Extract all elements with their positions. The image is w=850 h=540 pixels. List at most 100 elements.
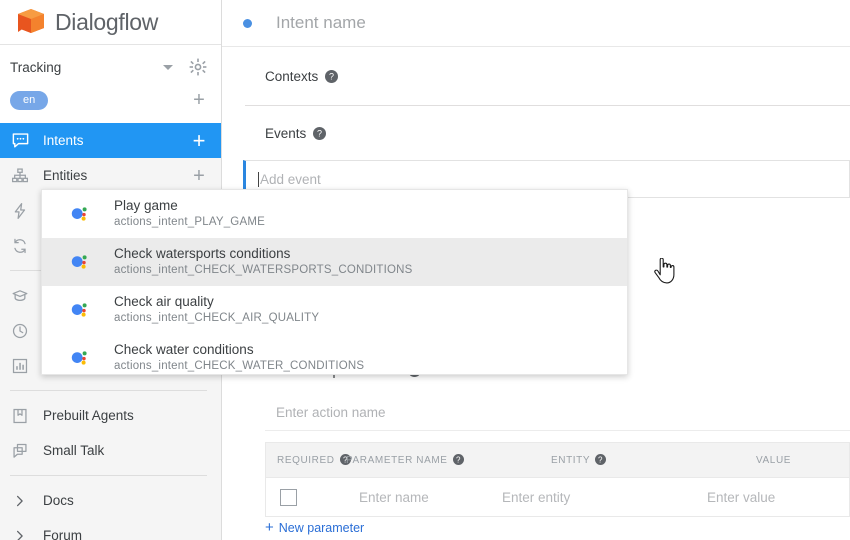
language-chip[interactable]: en bbox=[10, 90, 49, 110]
parameters-table: REQUIRED ? PARAMETER NAME ? ENTITY ? VAL… bbox=[265, 442, 850, 517]
suggestion-title: Check watersports conditions bbox=[114, 246, 291, 261]
sidebar-item-label: Docs bbox=[43, 493, 74, 508]
google-assistant-icon bbox=[69, 203, 91, 225]
divider bbox=[10, 475, 207, 476]
sidebar-item-forum[interactable]: Forum bbox=[0, 518, 221, 540]
value-input[interactable]: Enter value bbox=[707, 490, 849, 505]
divider bbox=[10, 390, 207, 391]
event-suggestions-dropdown: Play game actions_intent_PLAY_GAME Check… bbox=[41, 189, 628, 375]
refresh-icon bbox=[10, 236, 30, 256]
suggestion-text: Check air quality actions_intent_CHECK_A… bbox=[114, 294, 319, 326]
add-entity-plus-icon[interactable]: + bbox=[191, 166, 207, 186]
agent-selector-block: Tracking en + bbox=[0, 45, 221, 123]
sidebar-item-label: Small Talk bbox=[43, 443, 105, 458]
action-input-underline bbox=[265, 430, 850, 431]
bolt-icon bbox=[10, 201, 30, 221]
sidebar-item-intents[interactable]: Intents + bbox=[0, 123, 221, 158]
book-icon bbox=[10, 406, 30, 426]
sidebar-item-label: Prebuilt Agents bbox=[43, 408, 134, 423]
suggestion-subtitle: actions_intent_CHECK_WATER_CONDITIONS bbox=[114, 360, 365, 372]
required-checkbox[interactable] bbox=[280, 488, 297, 506]
contexts-section: Contexts ? bbox=[222, 47, 850, 84]
pointing-hand-cursor bbox=[653, 257, 675, 289]
sidebar-item-label: Intents bbox=[43, 133, 84, 148]
new-parameter-button[interactable]: + New parameter bbox=[265, 519, 365, 536]
add-event-placeholder: Add event bbox=[260, 171, 321, 187]
suggestion-item[interactable]: Check air quality actions_intent_CHECK_A… bbox=[42, 286, 627, 334]
contexts-label-row[interactable]: Contexts ? bbox=[265, 69, 850, 84]
svg-text:?: ? bbox=[317, 129, 322, 139]
suggestion-item[interactable]: Check water conditions actions_intent_CH… bbox=[42, 334, 627, 374]
intent-status-dot-icon bbox=[243, 18, 252, 28]
column-header-label: REQUIRED bbox=[277, 454, 335, 466]
suggestion-text: Check watersports conditions actions_int… bbox=[114, 246, 413, 278]
sidebar-item-label: Forum bbox=[43, 528, 83, 540]
gear-icon[interactable] bbox=[189, 58, 207, 76]
add-language-plus-icon[interactable]: + bbox=[191, 90, 207, 110]
column-header-label: PARAMETER NAME bbox=[346, 454, 448, 466]
agent-name: Tracking bbox=[10, 59, 62, 75]
logo[interactable]: Dialogflow bbox=[0, 0, 221, 45]
agent-selector[interactable]: Tracking bbox=[0, 55, 221, 79]
suggestion-title: Check water conditions bbox=[114, 342, 254, 357]
table-header-row: REQUIRED ? PARAMETER NAME ? ENTITY ? VAL… bbox=[265, 442, 850, 477]
column-header-required: REQUIRED ? bbox=[266, 453, 351, 467]
column-header-label: VALUE bbox=[756, 454, 792, 466]
events-section: Events ? bbox=[222, 106, 850, 141]
parameter-name-input[interactable]: Enter name bbox=[297, 490, 502, 505]
svg-text:?: ? bbox=[329, 72, 334, 82]
column-header-value: VALUE bbox=[756, 455, 849, 466]
suggestion-subtitle: actions_intent_PLAY_GAME bbox=[114, 216, 265, 228]
plus-icon: + bbox=[265, 519, 274, 536]
dialogflow-console: Dialogflow Tracking en + Intents + Entit… bbox=[0, 0, 850, 540]
intent-header: Intent name bbox=[222, 0, 850, 47]
clock-icon bbox=[10, 321, 30, 341]
suggestion-item[interactable]: Check watersports conditions actions_int… bbox=[42, 238, 627, 286]
action-name-input[interactable]: Enter action name bbox=[276, 405, 386, 420]
text-caret bbox=[258, 171, 259, 187]
sidebar-item-small-talk[interactable]: Small Talk bbox=[0, 433, 221, 468]
language-row: en + bbox=[0, 85, 221, 115]
google-assistant-icon bbox=[69, 251, 91, 273]
svg-text:?: ? bbox=[598, 455, 603, 464]
sidebar-item-label: Entities bbox=[43, 168, 88, 183]
sidebar-item-prebuilt-agents[interactable]: Prebuilt Agents bbox=[0, 398, 221, 433]
suggestion-text: Play game actions_intent_PLAY_GAME bbox=[114, 198, 265, 230]
sidebar-item-docs[interactable]: Docs bbox=[0, 483, 221, 518]
dialogflow-cube-icon bbox=[14, 5, 48, 39]
events-label: Events bbox=[265, 126, 307, 141]
help-circle-icon[interactable]: ? bbox=[313, 127, 327, 140]
speech-bubbles-icon bbox=[10, 441, 30, 461]
suggestion-subtitle: actions_intent_CHECK_AIR_QUALITY bbox=[114, 312, 320, 324]
chat-bubble-icon bbox=[10, 131, 30, 151]
google-assistant-icon bbox=[69, 347, 91, 369]
suggestion-subtitle: actions_intent_CHECK_WATERSPORTS_CONDITI… bbox=[114, 264, 413, 276]
column-header-parameter-name: PARAMETER NAME ? bbox=[346, 453, 551, 467]
graduation-cap-icon bbox=[10, 286, 30, 306]
table-row: Enter name Enter entity Enter value bbox=[265, 477, 850, 517]
help-circle-icon[interactable]: ? bbox=[452, 453, 466, 467]
add-intent-plus-icon[interactable]: + bbox=[191, 129, 207, 151]
suggestion-text: Check water conditions actions_intent_CH… bbox=[114, 342, 364, 374]
new-parameter-label: New parameter bbox=[278, 521, 365, 535]
google-assistant-icon bbox=[69, 299, 91, 321]
column-header-label: ENTITY bbox=[551, 454, 591, 466]
help-circle-icon[interactable]: ? bbox=[325, 70, 339, 83]
suggestion-item[interactable]: Play game actions_intent_PLAY_GAME bbox=[42, 190, 627, 238]
logo-text: Dialogflow bbox=[55, 8, 159, 35]
bar-chart-icon bbox=[10, 356, 30, 376]
chevron-right-icon bbox=[10, 491, 30, 511]
help-circle-icon[interactable]: ? bbox=[595, 453, 608, 467]
events-label-row[interactable]: Events ? bbox=[265, 126, 850, 141]
suggestion-title: Play game bbox=[114, 198, 178, 213]
entity-input[interactable]: Enter entity bbox=[502, 490, 707, 505]
contexts-label: Contexts bbox=[265, 69, 319, 84]
sidebar-item-entities[interactable]: Entities + bbox=[0, 158, 221, 193]
chevron-right-icon bbox=[10, 526, 30, 540]
chevron-down-icon[interactable] bbox=[163, 64, 173, 70]
intent-name-input[interactable]: Intent name bbox=[276, 13, 366, 33]
column-header-entity: ENTITY ? bbox=[551, 453, 756, 467]
sitemap-icon bbox=[10, 166, 30, 186]
svg-text:?: ? bbox=[456, 455, 461, 464]
suggestion-title: Check air quality bbox=[114, 294, 214, 309]
